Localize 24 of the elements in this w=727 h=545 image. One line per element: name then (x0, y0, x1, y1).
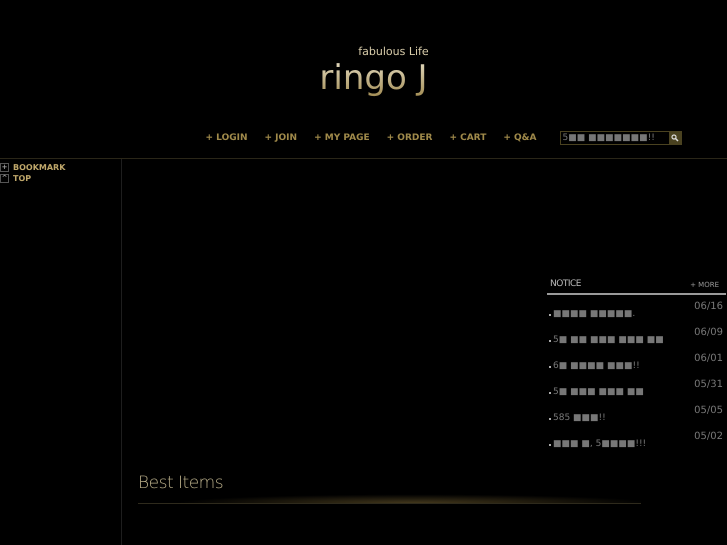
search-field[interactable]: 5■■ ■■■■■■■!! (560, 131, 682, 145)
nav-link[interactable]: + JOIN (264, 133, 298, 143)
section-title: Best Items (138, 473, 224, 493)
notice-item[interactable]: ■■■■ ■■■■■. (553, 309, 636, 319)
notice-date: 06/09 (694, 327, 723, 338)
notice-item[interactable]: 6■ ■■■■ ■■■!! (553, 361, 640, 371)
logo-tagline: fabulous Life (358, 45, 429, 58)
search-icon (670, 134, 678, 142)
notice-date: 05/05 (694, 405, 723, 416)
nav-link[interactable]: + CART (449, 133, 486, 143)
notice-item[interactable]: ■■■ ■, 5■■■■!!! (553, 439, 646, 449)
notice-item[interactable]: 5■ ■■■ ■■■ ■■ (553, 387, 644, 397)
notice-item[interactable]: 585 ■■■!! (553, 413, 606, 423)
notice-date: 06/16 (694, 301, 723, 312)
notice-date: 05/31 (694, 379, 723, 390)
nav-link[interactable]: + LOGIN (205, 133, 248, 143)
notice-date: 06/01 (694, 353, 723, 364)
nav-link[interactable]: + Q&A (503, 133, 536, 143)
notice-item[interactable]: 5■ ■■ ■■■ ■■■ ■■ (553, 335, 664, 345)
search-button[interactable] (668, 132, 680, 144)
notice-title: NOTICE (550, 279, 581, 289)
nav-link[interactable]: + ORDER (386, 133, 432, 143)
nav-link[interactable]: + MY PAGE (314, 133, 370, 143)
notice-date: 05/02 (694, 431, 723, 442)
